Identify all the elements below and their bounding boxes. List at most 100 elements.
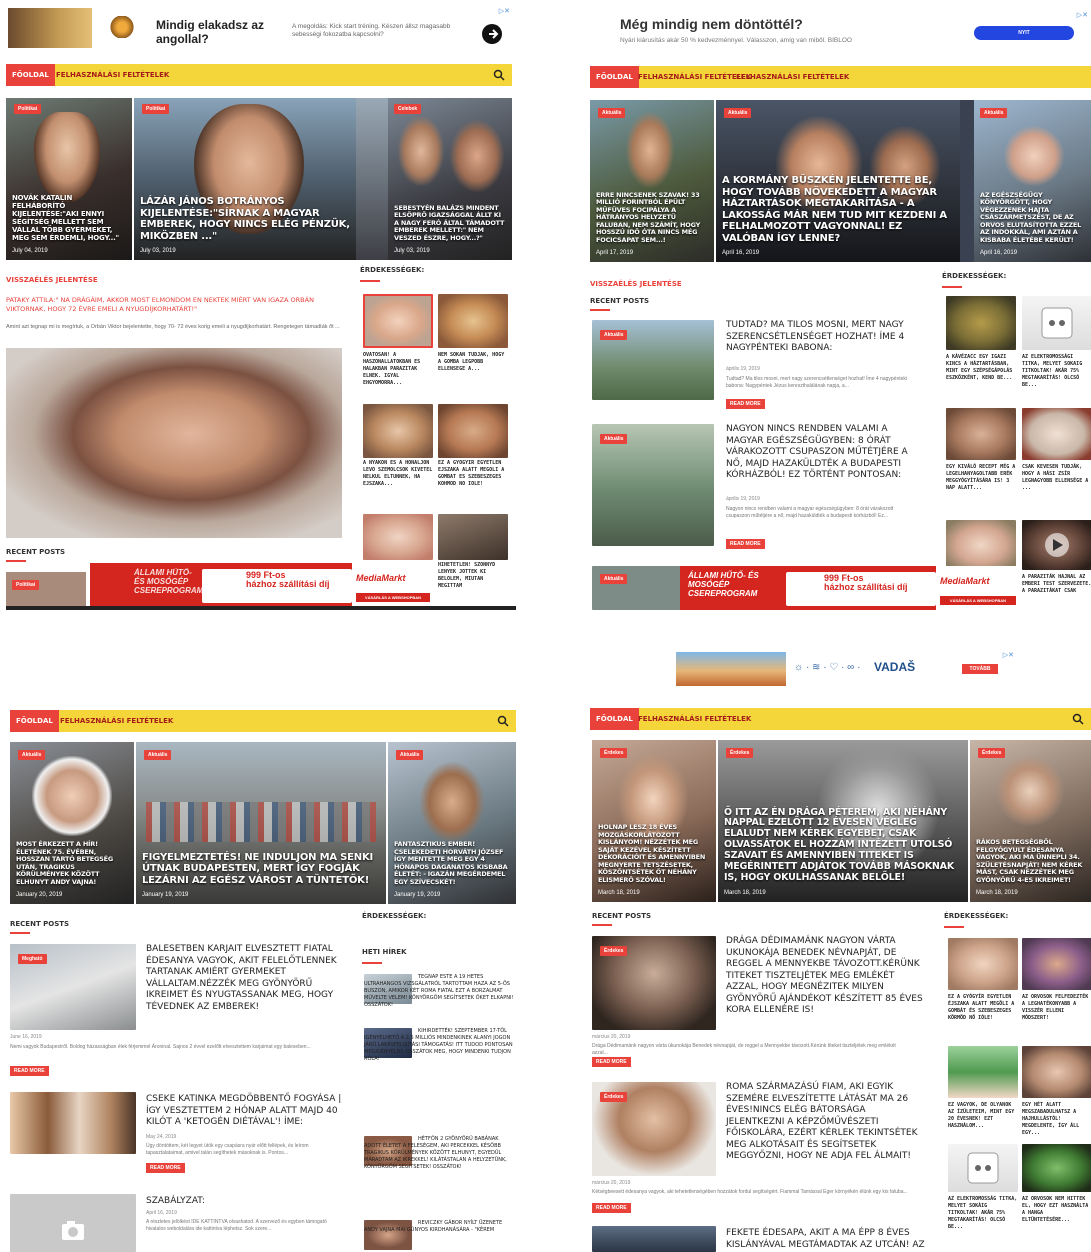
sidebar-thumb[interactable] <box>948 1046 1018 1098</box>
floating-ad-banner[interactable]: ÁLLAMI HŰTŐ- ÉS MOSÓGÉP CSEREPROGRAM 999… <box>90 563 434 607</box>
sidebar-thumb[interactable] <box>438 294 508 348</box>
hero-card[interactable]: Politikai LÁZÁR JÁNOS BOTRÁNYOS KIJELENT… <box>134 98 356 260</box>
sidebar-thumb[interactable] <box>1022 296 1091 350</box>
recent-thumb[interactable]: Politikai <box>6 572 86 608</box>
hero-card[interactable]: Aktuális Fantasztikus ember! Cselekedeti… <box>388 742 516 904</box>
sidebar-caption: EZ VAGYOK, DE OLYANOK AZ ÍZÜLETEIM, MINT… <box>948 1102 1015 1129</box>
sidebar-thumb[interactable] <box>438 514 508 560</box>
sidebar-thumb[interactable] <box>363 294 433 348</box>
ad-close-icon[interactable]: ▷✕ <box>1077 11 1088 19</box>
nav-home[interactable]: FŐOLDAL <box>590 708 639 730</box>
sidebar-thumb[interactable] <box>363 514 433 560</box>
hero-card[interactable]: Aktuális Az egészségügy könyörgött, hogy… <box>974 100 1091 262</box>
read-more-button[interactable]: READ MORE <box>726 399 765 409</box>
hero-card[interactable]: Celebek Sebestyén Balázs mindent elsöprő… <box>388 98 512 260</box>
post-title[interactable]: SZABÁLYZAT: <box>146 1196 346 1208</box>
hero-badge: Celebek <box>394 104 422 114</box>
post-thumb[interactable]: Aktuális <box>592 320 714 400</box>
nav-home[interactable]: FŐOLDAL <box>590 66 639 88</box>
hero-card[interactable]: Politikai Novák Katalin felháborító kije… <box>6 98 132 260</box>
hero-card[interactable]: Érdekes Ő itt az én drága péterem, aki n… <box>718 740 968 902</box>
sidebar-thumb[interactable] <box>948 1144 1018 1192</box>
nav-home[interactable]: FŐOLDAL <box>10 710 59 732</box>
sidebar-thumb[interactable] <box>1022 1144 1091 1192</box>
post-title[interactable]: BALESETBEN KARJAIT ELVESZTETT FIATAL ÉDE… <box>146 944 346 1013</box>
hero-card[interactable]: Érdekes Holnap lesz 18 éves mozgáskorlát… <box>592 740 716 902</box>
ad-close-icon[interactable]: ▷✕ <box>499 7 510 15</box>
sidebar-thumb[interactable] <box>946 408 1016 460</box>
search-icon[interactable] <box>496 714 510 728</box>
ad-go-button[interactable] <box>482 24 502 44</box>
hero-card[interactable]: Aktuális FIGYELMEZTETÉS! NE INDULJON MA … <box>136 742 386 904</box>
section-title: VISSZAÉLÉS JELENTÉSE <box>590 280 682 288</box>
hero-card[interactable]: Aktuális A KORMÁNY BÜSZKÉN JELENTETTE BE… <box>716 100 960 262</box>
ad-banner[interactable]: Még mindig nem döntöttél? Nyári kiárusít… <box>590 10 1090 50</box>
nav-terms[interactable]: FELHASZNÁLÁSI FELTÉTELEK <box>638 66 751 88</box>
nav-home[interactable]: FŐOLDAL <box>6 64 55 86</box>
sidebar-thumb[interactable] <box>363 404 433 458</box>
recent-posts-title: RECENT POSTS <box>590 297 650 305</box>
hero-badge: Aktuális <box>396 750 424 760</box>
sidebar-thumb[interactable] <box>1022 938 1091 990</box>
banner-cta[interactable]: VÁSÁRLÁS A WEBSHOPBAN <box>940 596 1016 605</box>
ad-banner[interactable]: Mindig elakadsz az angollal? A megoldás:… <box>6 6 512 50</box>
floating-ad-banner[interactable]: ÁLLAMI HŰTŐ- ÉS MOSÓGÉP CSEREPROGRAM 999… <box>680 566 1020 610</box>
sidebar-title: ÉRDEKESSÉGEK: <box>360 266 425 274</box>
ad-open-button[interactable]: NYIT <box>974 26 1074 40</box>
post-date: március 20, 2019 <box>592 1180 631 1186</box>
post-thumb[interactable]: Érdekes <box>592 936 716 1030</box>
ad-button[interactable]: TOVÁBB <box>962 664 998 674</box>
sidebar-thumb[interactable] <box>946 296 1016 350</box>
sidebar-thumb[interactable] <box>946 520 1016 570</box>
post-thumb[interactable] <box>592 1226 716 1252</box>
ad-banner[interactable]: ☼ · ≋ · ♡ · ∞ · VADAŠ TOVÁBB ▷✕ <box>674 650 1016 688</box>
hero-card[interactable]: Aktuális Most érkezett a hír! Életének 7… <box>10 742 134 904</box>
article-image[interactable] <box>6 348 342 538</box>
post-title[interactable]: CSEKE KATINKA MEGDÖBBENTŐ FOGYÁSA | ÍGY … <box>146 1094 346 1129</box>
hero-card[interactable]: Aktuális Erre nincsenek szavak! 33 milli… <box>590 100 714 262</box>
hero-badge: Politikai <box>14 104 42 114</box>
post-title[interactable]: ROMA SZÁRMAZÁSÚ FIAM, AKI EGYIK SZEMÉRE … <box>726 1082 926 1163</box>
post-thumb[interactable]: Érdekes <box>592 1082 716 1176</box>
read-more-button[interactable]: READ MORE <box>592 1203 631 1213</box>
sidebar-thumb[interactable] <box>1022 408 1091 460</box>
play-icon[interactable] <box>1022 520 1091 570</box>
hero-gap <box>960 100 974 262</box>
post-date: április 19, 2019 <box>726 366 760 372</box>
article-title[interactable]: PATAKY ATTILA:" NA DRÁGÁIM, AKKOR MOST E… <box>6 296 342 314</box>
news-caption[interactable]: KIHIRDETTÉK! SZEPTEMBER 17-TŐL IGÉNYELHE… <box>364 1028 514 1063</box>
news-caption[interactable]: HÉTFŐN 2 GYÖNYÖRŰ BABÁNAK ADOTT ÉLETET A… <box>364 1136 514 1171</box>
news-caption[interactable]: REVICZKY GÁBOR NYÍLT ÜZENETE ANDY VAJNA … <box>364 1220 514 1234</box>
sidebar-thumb[interactable] <box>948 938 1018 990</box>
hero-date: April 17, 2019 <box>596 250 634 256</box>
post-thumb[interactable]: Aktuális <box>592 424 714 546</box>
nav-terms-2[interactable]: FELHASZNÁLÁSI FELTÉTELEK <box>736 66 849 88</box>
banner-cta[interactable]: VÁSÁRLÁS A WEBSHOPBAN <box>356 593 430 602</box>
sidebar-caption: EZ A GYÓGYÍR EGYETLEN ÉJSZAKA ALATT MEGÖ… <box>948 994 1015 1021</box>
post-thumb[interactable]: Megható <box>10 944 136 1030</box>
sidebar-thumb[interactable] <box>1022 520 1091 570</box>
accent-line <box>590 309 610 311</box>
search-icon[interactable] <box>492 68 506 82</box>
post-title[interactable]: FEKETE ÉDESAPA, AKIT A MA ÉPP 8 ÉVES KIS… <box>726 1228 926 1251</box>
read-more-button[interactable]: READ MORE <box>726 539 765 549</box>
nav-terms[interactable]: FELHASZNÁLÁSI FELTÉTELEK <box>638 708 751 730</box>
read-more-button[interactable]: READ MORE <box>146 1163 185 1173</box>
read-more-button[interactable]: READ MORE <box>592 1057 631 1067</box>
banner-sub: házhoz szállítási díj <box>246 579 330 589</box>
nav-terms[interactable]: FELHASZNÁLÁSI FELTÉTELEK <box>60 710 173 732</box>
post-title[interactable]: TUDTAD? MA TILOS MOSNI, MERT NAGY SZEREN… <box>726 320 906 355</box>
sidebar-thumb[interactable] <box>1022 1046 1091 1098</box>
post-thumb[interactable] <box>10 1092 136 1154</box>
hero-card[interactable]: Érdekes Rákos betegségből felgyógyult éd… <box>970 740 1091 902</box>
search-icon[interactable] <box>1071 712 1085 726</box>
post-thumb-placeholder[interactable] <box>10 1194 136 1252</box>
arrow-right-icon <box>489 29 499 39</box>
nav-terms[interactable]: FELHASZNÁLÁSI FELTÉTELEK <box>56 64 169 86</box>
post-title[interactable]: DRÁGA DÉDIMAMÁNK NAGYON VÁRTA UKUNOKÁJA … <box>726 936 926 1017</box>
news-caption[interactable]: TEGNAP ESTE A 19 HETES ULTRAHANGOS VIZSG… <box>364 974 514 1009</box>
read-more-button[interactable]: READ MORE <box>10 1066 49 1076</box>
post-title[interactable]: NAGYON NINCS RENDBEN VALAMI A MAGYAR EGÉ… <box>726 424 916 482</box>
ad-close-icon[interactable]: ▷✕ <box>1003 651 1014 659</box>
sidebar-thumb[interactable] <box>438 404 508 458</box>
